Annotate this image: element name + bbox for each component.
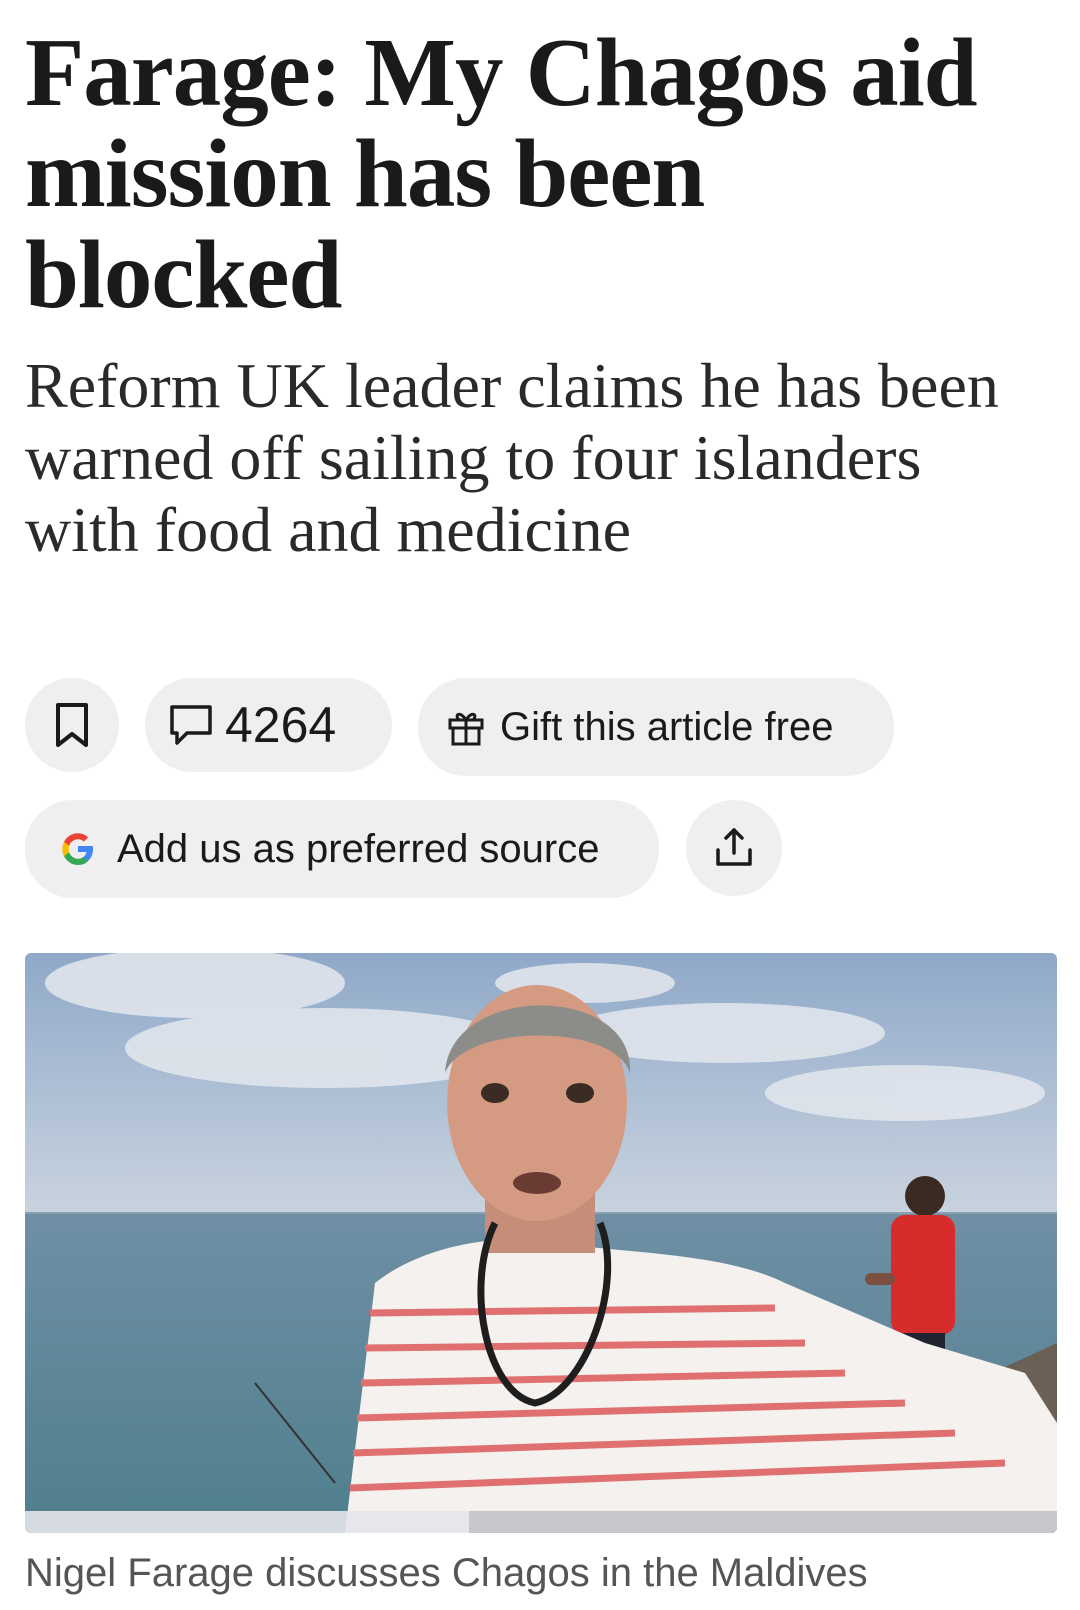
media-caption: Nigel Farage discusses Chagos in the Mal… bbox=[25, 1551, 868, 1595]
video-player[interactable] bbox=[25, 953, 1057, 1533]
gift-icon bbox=[446, 707, 486, 747]
share-button[interactable] bbox=[686, 800, 782, 896]
bookmark-button[interactable] bbox=[25, 678, 119, 772]
bookmark-icon bbox=[52, 701, 92, 749]
gift-article-button[interactable]: Gift this article free bbox=[418, 678, 894, 776]
comment-count: 4264 bbox=[225, 697, 337, 753]
gift-article-label: Gift this article free bbox=[500, 704, 834, 749]
video-progress-bar[interactable] bbox=[25, 1511, 1057, 1533]
article-headline: Farage: My Chagos aid mission has been b… bbox=[25, 19, 978, 328]
comments-button[interactable]: 4264 bbox=[145, 678, 392, 772]
video-progress-fill bbox=[25, 1511, 469, 1533]
video-frame bbox=[25, 953, 1057, 1533]
share-upload-icon bbox=[712, 826, 756, 870]
speech-bubble-icon bbox=[167, 703, 215, 747]
preferred-source-button[interactable]: Add us as preferred source bbox=[25, 800, 659, 898]
preferred-source-label: Add us as preferred source bbox=[117, 826, 600, 871]
google-g-icon bbox=[59, 830, 97, 868]
article-standfirst: Reform UK leader claims he has been warn… bbox=[25, 350, 999, 565]
